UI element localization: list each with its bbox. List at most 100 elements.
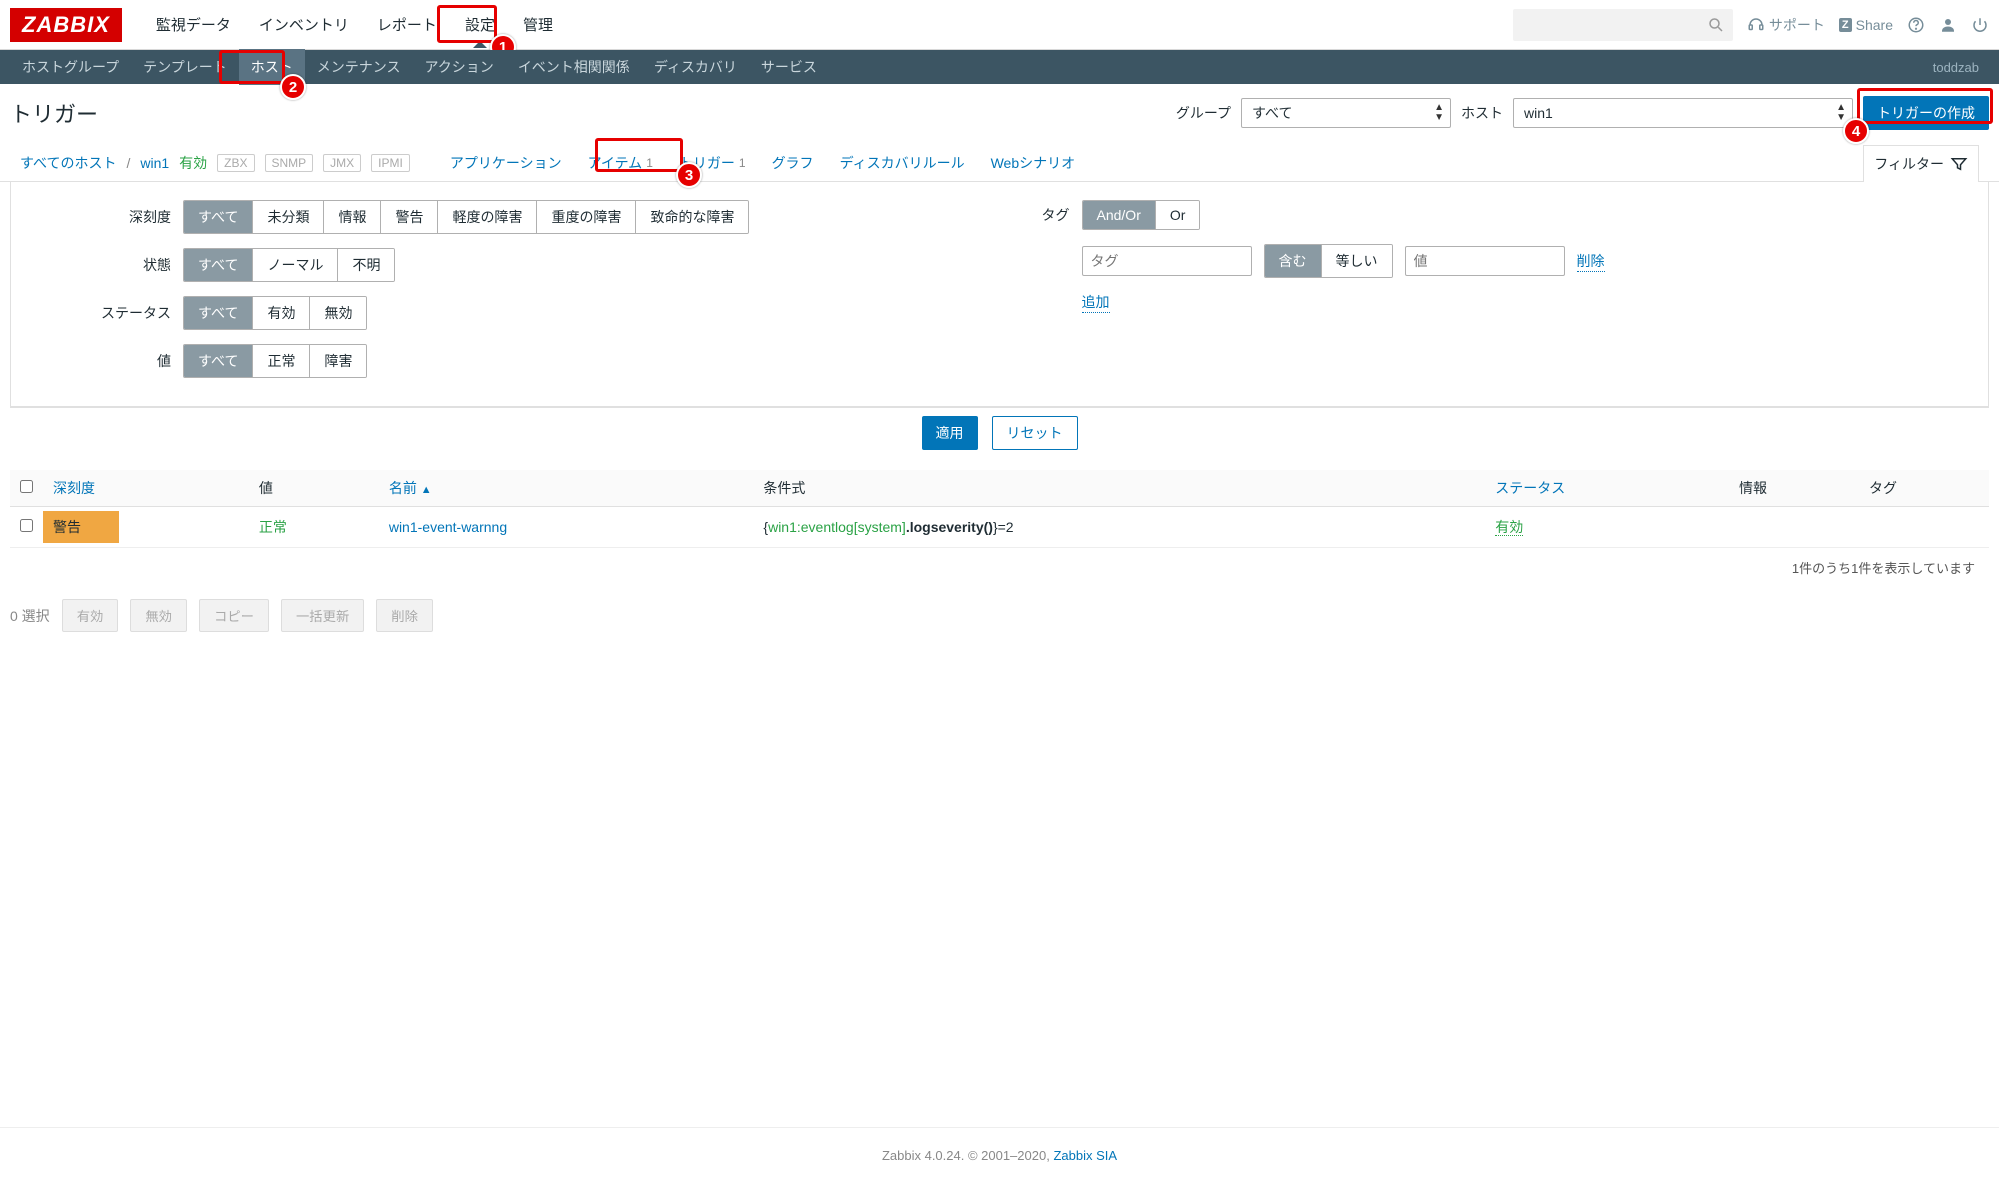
subnav-user[interactable]: toddzab: [1933, 60, 1989, 75]
col-status[interactable]: ステータス: [1485, 470, 1729, 507]
sev-all[interactable]: すべて: [184, 201, 253, 233]
col-tags: タグ: [1859, 470, 1989, 507]
apply-button[interactable]: 適用: [922, 416, 978, 450]
tab-triggers-count: 1: [739, 156, 746, 170]
host-select[interactable]: win1 ▲▼: [1513, 98, 1853, 128]
search-input[interactable]: [1513, 9, 1733, 41]
breadcrumb-all-hosts[interactable]: すべてのホスト: [20, 153, 116, 173]
col-value: 値: [249, 470, 379, 507]
sev-disaster[interactable]: 致命的な障害: [636, 201, 748, 233]
value-group: すべて 正常 障害: [183, 344, 367, 378]
bulk-copy-button[interactable]: コピー: [199, 599, 269, 632]
sev-average[interactable]: 軽度の障害: [438, 201, 537, 233]
top-nav: 監視データ インベントリ レポート 設定 管理: [142, 2, 567, 47]
tag-andor[interactable]: And/Or: [1083, 201, 1156, 229]
col-name[interactable]: 名前 ▲: [379, 470, 754, 507]
bulk-massupdate-button[interactable]: 一括更新: [281, 599, 364, 632]
tab-items[interactable]: アイテム 1: [580, 145, 661, 181]
row-status-link[interactable]: 有効: [1495, 519, 1523, 536]
severity-label: 深刻度: [91, 207, 171, 227]
tab-discovery[interactable]: ディスカバリルール: [832, 145, 973, 181]
value-all[interactable]: すべて: [184, 345, 253, 377]
status-disabled[interactable]: 無効: [310, 297, 366, 329]
severity-badge: 警告: [43, 511, 119, 543]
sub-nav: ホストグループ テンプレート ホスト メンテナンス アクション イベント相関関係…: [0, 50, 1999, 84]
user-icon[interactable]: [1939, 16, 1957, 34]
subnav-eventcorr[interactable]: イベント相関関係: [506, 49, 642, 85]
support-label: サポート: [1769, 15, 1825, 35]
sev-info[interactable]: 情報: [324, 201, 381, 233]
topnav-configuration[interactable]: 設定: [451, 2, 509, 47]
create-trigger-button[interactable]: トリガーの作成: [1863, 96, 1989, 130]
tag-equals[interactable]: 等しい: [1322, 245, 1392, 277]
row-checkbox[interactable]: [20, 519, 33, 532]
state-unknown[interactable]: 不明: [338, 249, 394, 281]
expr-host-link[interactable]: win1:eventlog[system]: [768, 519, 906, 535]
tab-triggers[interactable]: トリガー 1: [671, 145, 754, 181]
subnav-actions[interactable]: アクション: [413, 49, 506, 85]
breadcrumb-host[interactable]: win1: [140, 155, 169, 171]
subnav-maintenance[interactable]: メンテナンス: [305, 49, 413, 85]
tab-graphs[interactable]: グラフ: [764, 145, 822, 181]
search-icon[interactable]: [1707, 16, 1725, 37]
topnav-inventory[interactable]: インベントリ: [245, 2, 363, 47]
share-link[interactable]: Z Share: [1839, 17, 1893, 33]
state-all[interactable]: すべて: [184, 249, 253, 281]
status-enabled[interactable]: 有効: [253, 297, 310, 329]
subnav-discovery[interactable]: ディスカバリ: [642, 49, 749, 85]
col-name-label: 名前: [389, 480, 417, 496]
page-footer: Zabbix 4.0.24. © 2001–2020, Zabbix SIA: [0, 1127, 1999, 1183]
bulk-disable-button[interactable]: 無効: [130, 599, 187, 632]
value-label: 値: [91, 351, 171, 371]
tab-web[interactable]: Webシナリオ: [983, 145, 1084, 181]
row-expression: {win1:eventlog[system].logseverity()}=2: [753, 507, 1485, 548]
chip-snmp: SNMP: [265, 154, 314, 172]
footer-link[interactable]: Zabbix SIA: [1053, 1148, 1117, 1163]
tag-name-input[interactable]: [1082, 246, 1252, 276]
subnav-templates[interactable]: テンプレート: [131, 49, 239, 85]
trigger-table-wrap: 深刻度 値 名前 ▲ 条件式 ステータス 情報 タグ 警告 正常 win1-ev…: [10, 470, 1989, 587]
support-link[interactable]: サポート: [1747, 15, 1825, 35]
tag-remove-link[interactable]: 削除: [1577, 251, 1605, 272]
value-problem[interactable]: 障害: [310, 345, 366, 377]
status-all[interactable]: すべて: [184, 297, 253, 329]
group-value: すべて: [1252, 103, 1292, 123]
help-icon[interactable]: [1907, 16, 1925, 34]
sev-high[interactable]: 重度の障害: [537, 201, 636, 233]
select-all-checkbox[interactable]: [20, 480, 33, 493]
tag-contains[interactable]: 含む: [1265, 245, 1322, 277]
tab-triggers-label: トリガー: [679, 153, 735, 173]
sev-notclassified[interactable]: 未分類: [253, 201, 324, 233]
trigger-name-link[interactable]: win1-event-warnng: [389, 519, 507, 535]
table-footer: 1件のうち1件を表示しています: [10, 548, 1989, 587]
state-normal[interactable]: ノーマル: [253, 249, 338, 281]
power-icon[interactable]: [1971, 16, 1989, 34]
bulk-enable-button[interactable]: 有効: [62, 599, 119, 632]
table-row: 警告 正常 win1-event-warnng {win1:eventlog[s…: [10, 507, 1989, 548]
group-select[interactable]: すべて ▲▼: [1241, 98, 1451, 128]
expr-func: .logseverity(): [906, 519, 993, 535]
tag-value-input[interactable]: [1405, 246, 1565, 276]
topnav-reports[interactable]: レポート: [363, 2, 451, 47]
reset-button[interactable]: リセット: [992, 416, 1078, 450]
expr-tail: }=2: [993, 519, 1014, 535]
topnav-monitoring[interactable]: 監視データ: [142, 2, 245, 47]
tab-applications[interactable]: アプリケーション: [442, 145, 570, 181]
filter-toggle[interactable]: フィルター: [1863, 145, 1979, 182]
tab-items-label: アイテム: [588, 153, 643, 173]
subnav-hosts[interactable]: ホスト: [239, 49, 305, 85]
col-severity[interactable]: 深刻度: [43, 470, 249, 507]
value-ok[interactable]: 正常: [253, 345, 310, 377]
top-right: サポート Z Share: [1513, 9, 1989, 41]
tag-or[interactable]: Or: [1156, 201, 1200, 229]
host-value: win1: [1524, 105, 1553, 121]
tag-label: タグ: [1030, 205, 1070, 225]
tag-add-link[interactable]: 追加: [1082, 292, 1110, 313]
bulk-delete-button[interactable]: 削除: [376, 599, 433, 632]
topnav-administration[interactable]: 管理: [509, 2, 567, 47]
subnav-services[interactable]: サービス: [749, 49, 829, 85]
sev-warning[interactable]: 警告: [381, 201, 438, 233]
subnav-hostgroups[interactable]: ホストグループ: [10, 49, 131, 85]
headset-icon: [1747, 16, 1765, 34]
search-wrap: [1513, 9, 1733, 41]
